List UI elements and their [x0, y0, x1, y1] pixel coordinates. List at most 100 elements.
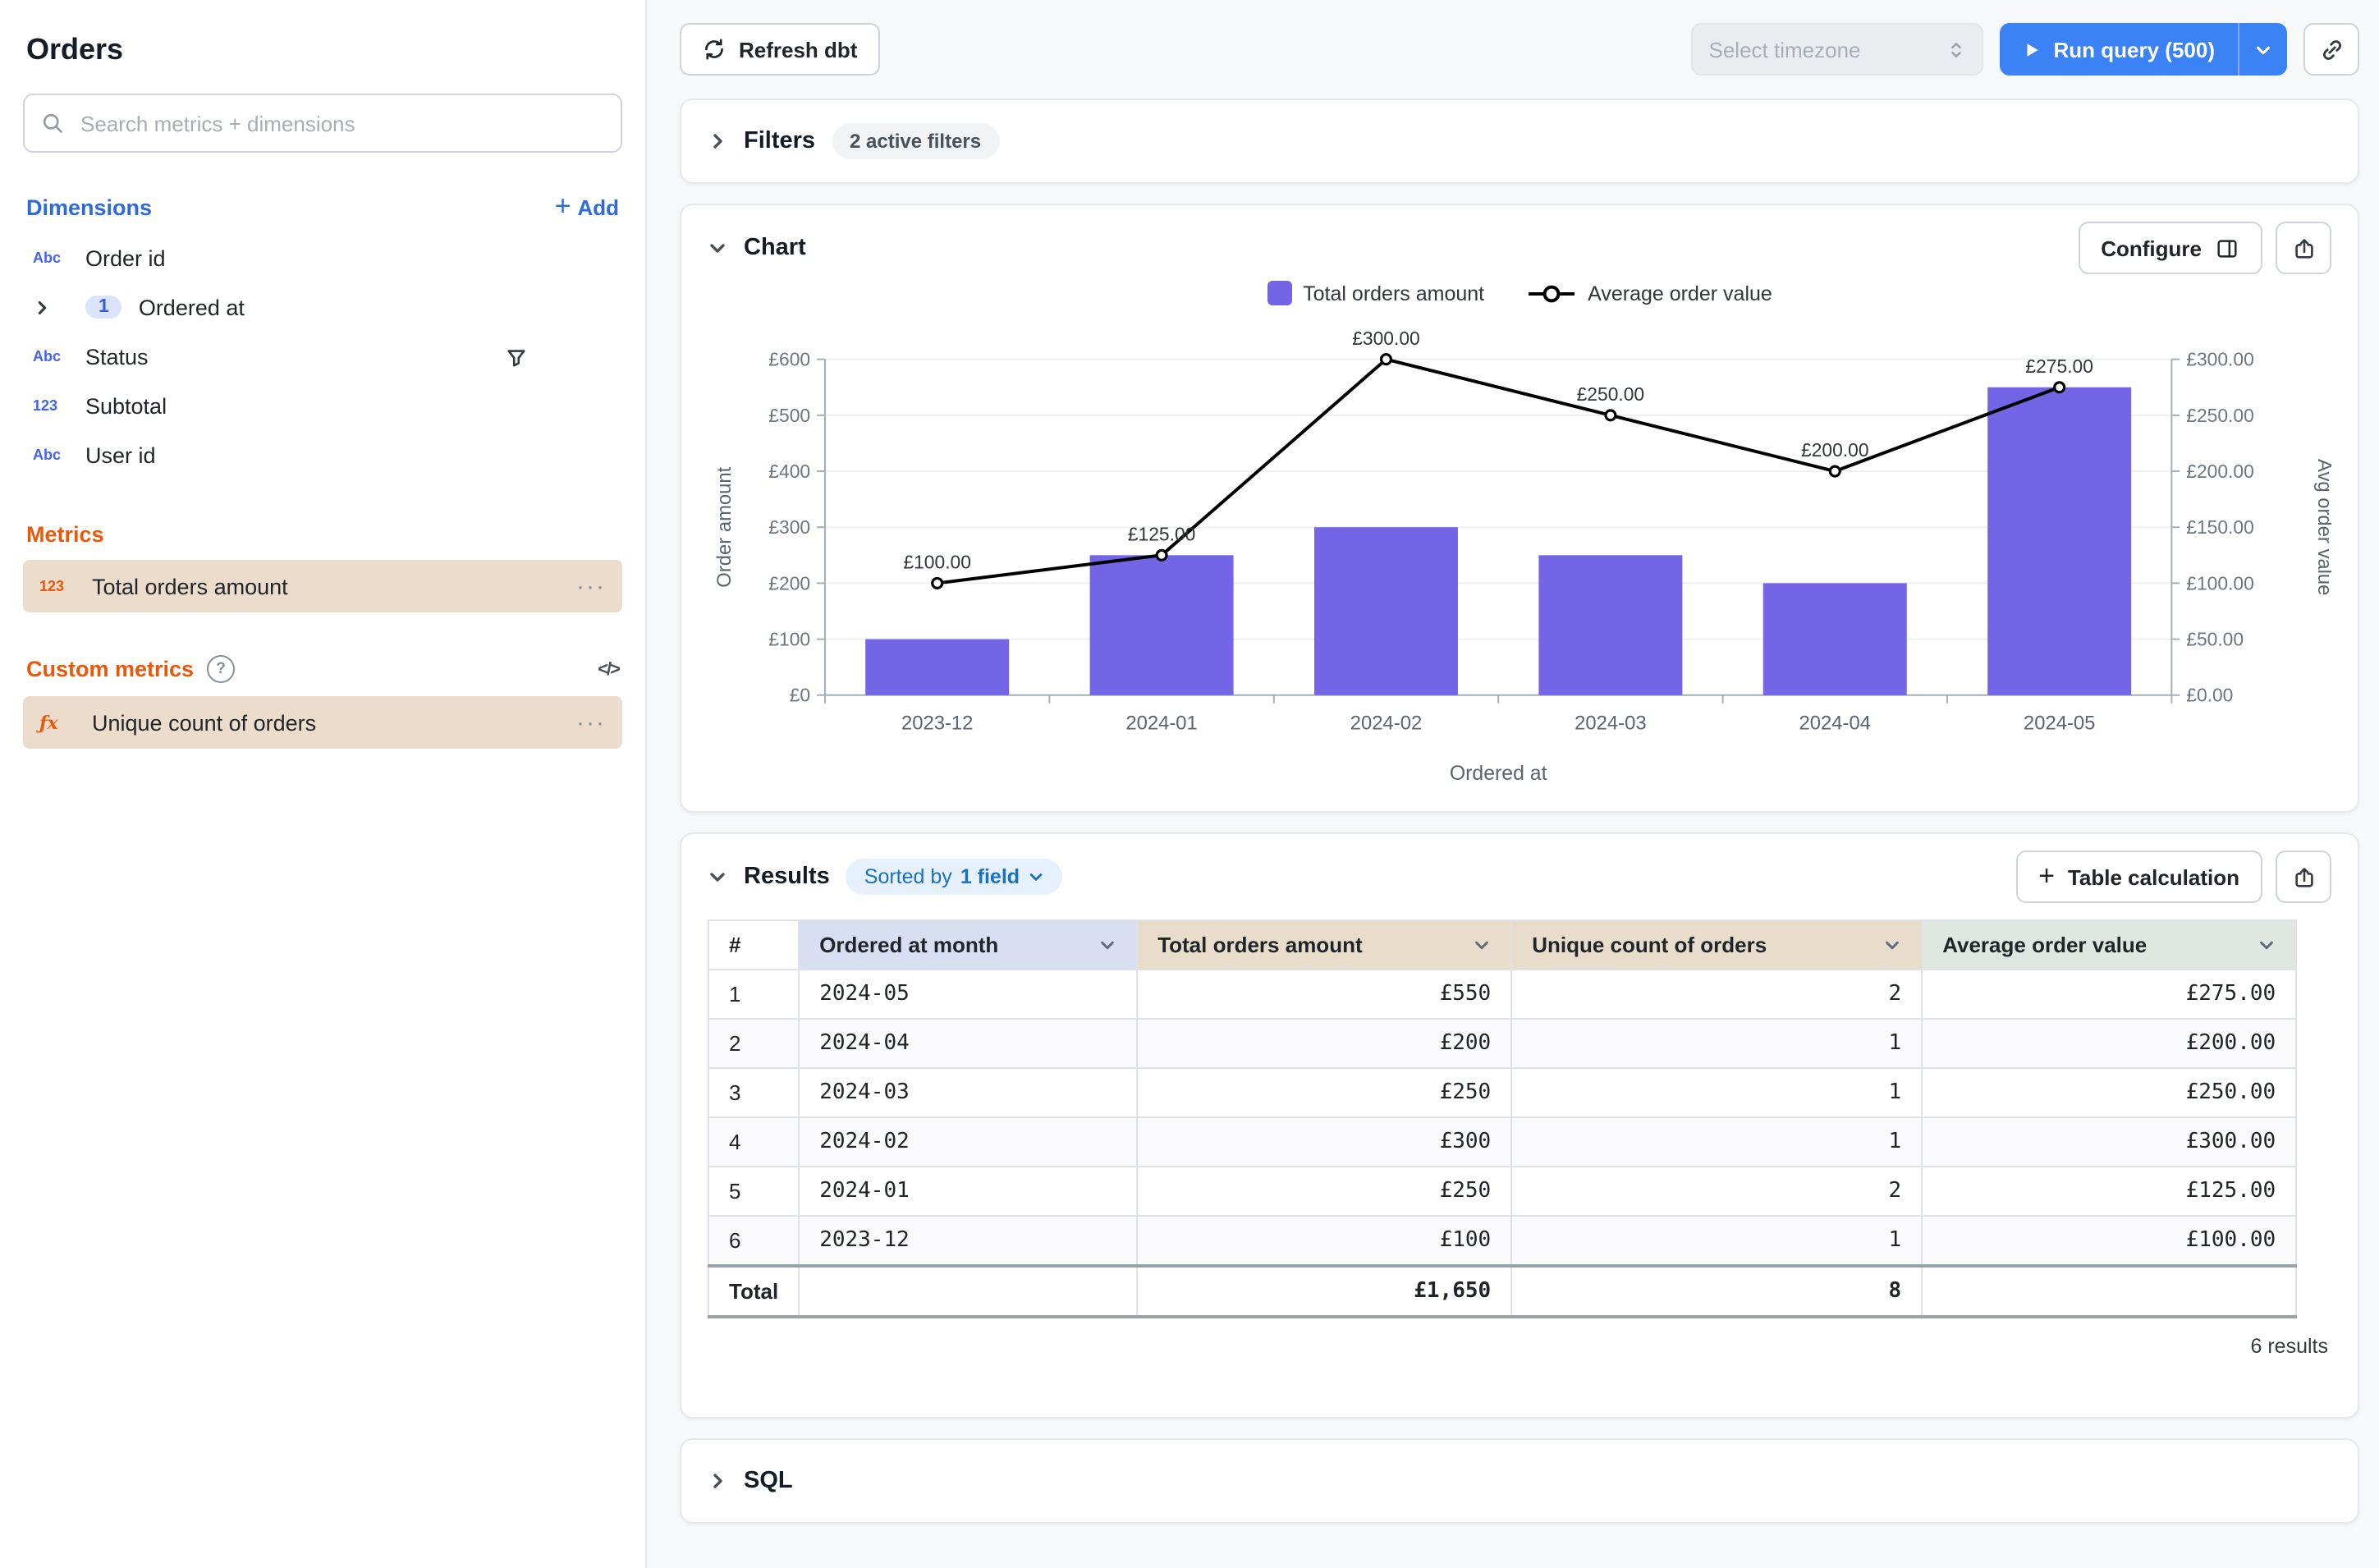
table-calculation-button[interactable]: + Table calculation: [2015, 850, 2262, 903]
run-query-button[interactable]: Run query (500): [2000, 23, 2239, 76]
legend-item-line[interactable]: Average order value: [1527, 282, 1772, 305]
sidebar-item-user-id[interactable]: Abc User id: [23, 430, 622, 479]
chevron-right-icon[interactable]: [708, 1471, 727, 1491]
svg-text:£275.00: £275.00: [2025, 355, 2093, 377]
legend-bar-swatch: [1267, 281, 1291, 305]
sidebar-item-total-orders-amount[interactable]: 123 Total orders amount ···: [23, 560, 622, 612]
table-header-row: # Ordered at month Total orders amount U…: [708, 920, 2296, 970]
col-header-unique-count[interactable]: Unique count of orders: [1511, 920, 1922, 970]
chevron-down-icon: [1883, 936, 1901, 954]
sql-card: SQL: [680, 1438, 2359, 1524]
svg-text:£300.00: £300.00: [2186, 349, 2254, 370]
number-type-icon: 123: [33, 397, 72, 414]
svg-text:£200.00: £200.00: [2186, 461, 2254, 482]
abc-type-icon: Abc: [33, 250, 72, 266]
abc-type-icon: Abc: [33, 447, 72, 463]
sidebar-item-unique-count-of-orders[interactable]: ƒx Unique count of orders ···: [23, 696, 622, 749]
dimensions-header: Dimensions: [26, 195, 152, 220]
chevron-down-icon: [2258, 936, 2276, 954]
col-header-ordered-at-month[interactable]: Ordered at month: [799, 920, 1137, 970]
svg-text:£300.00: £300.00: [1352, 328, 1420, 349]
sidebar-item-label: Order id: [85, 245, 166, 270]
sidebar-item-subtotal[interactable]: 123 Subtotal: [23, 381, 622, 430]
panel-icon: [2215, 236, 2239, 260]
filters-title[interactable]: Filters: [744, 128, 815, 154]
export-results-button[interactable]: [2276, 850, 2331, 903]
chart-canvas[interactable]: £0£100£200£300£400£500£600£0.00£50.00£10…: [708, 309, 2331, 795]
add-dimension-button[interactable]: + Add: [555, 195, 619, 220]
configure-button[interactable]: Configure: [2078, 222, 2262, 274]
chart-title[interactable]: Chart: [744, 235, 806, 261]
share-icon: [2291, 236, 2316, 260]
run-query-dropdown-button[interactable]: [2239, 23, 2287, 76]
chevron-right-icon[interactable]: [708, 131, 727, 151]
table-row[interactable]: 3 2024-03 £250 1 £250.00: [708, 1068, 2296, 1117]
sql-title[interactable]: SQL: [744, 1468, 793, 1494]
play-icon: [2023, 40, 2041, 58]
results-title[interactable]: Results: [744, 864, 830, 890]
results-count: 6 results: [711, 1335, 2328, 1358]
col-header-total-orders-amount[interactable]: Total orders amount: [1137, 920, 1511, 970]
svg-text:2024-01: 2024-01: [1125, 712, 1197, 734]
table-row[interactable]: 2 2024-04 £200 1 £200.00: [708, 1019, 2296, 1068]
app: Orders Dimensions + Add Abc Order id 1 O…: [0, 0, 2379, 1568]
svg-text:£125.00: £125.00: [1128, 523, 1196, 544]
sidebar-item-label: Unique count of orders: [92, 710, 316, 735]
chevron-down-icon: [1473, 936, 1491, 954]
sorted-by-pill[interactable]: Sorted by 1 field: [846, 859, 1062, 895]
table-row[interactable]: 6 2023-12 £100 1 £100.00: [708, 1216, 2296, 1266]
svg-text:Ordered at: Ordered at: [1450, 763, 1547, 785]
table-row[interactable]: 1 2024-05 £550 2 £275.00: [708, 970, 2296, 1019]
svg-text:£200: £200: [768, 572, 810, 594]
help-icon[interactable]: ?: [207, 655, 235, 683]
sidebar-item-label: User id: [85, 442, 156, 467]
sidebar-item-label: Total orders amount: [92, 574, 288, 598]
filter-icon[interactable]: [506, 346, 527, 367]
legend-item-bar[interactable]: Total orders amount: [1267, 281, 1484, 305]
run-query-button-group: Run query (500): [2000, 23, 2288, 76]
sidebar-item-ordered-at[interactable]: 1 Ordered at: [23, 282, 622, 332]
search-input[interactable]: [77, 109, 604, 137]
more-options-icon[interactable]: ···: [576, 708, 606, 736]
number-type-icon: 123: [39, 578, 79, 594]
table-row[interactable]: 4 2024-02 £300 1 £300.00: [708, 1117, 2296, 1167]
results-card: Results Sorted by 1 field + Table calcul…: [680, 832, 2359, 1419]
main: Refresh dbt Select timezone Run query (5…: [647, 0, 2379, 1568]
more-options-icon[interactable]: ···: [576, 572, 606, 600]
svg-text:2024-02: 2024-02: [1350, 712, 1422, 734]
col-header-average-order-value[interactable]: Average order value: [1922, 920, 2296, 970]
sidebar-item-status[interactable]: Abc Status: [23, 332, 622, 381]
svg-text:£0: £0: [790, 685, 810, 706]
svg-text:£100: £100: [768, 629, 810, 650]
chevron-down-icon[interactable]: [708, 238, 727, 258]
svg-text:2024-04: 2024-04: [1799, 712, 1871, 734]
svg-text:£150.00: £150.00: [2186, 516, 2254, 538]
search-icon: [41, 112, 64, 135]
custom-metrics-header: Custom metrics: [26, 657, 194, 681]
results-table: # Ordered at month Total orders amount U…: [708, 919, 2297, 1318]
svg-text:£200.00: £200.00: [1801, 439, 1869, 461]
table-row[interactable]: 5 2024-01 £250 2 £125.00: [708, 1167, 2296, 1216]
timezone-select[interactable]: Select timezone: [1691, 23, 1983, 76]
export-chart-button[interactable]: [2276, 222, 2331, 274]
chart-card: Chart Configure: [680, 204, 2359, 813]
table-total-row: Total £1,650 8: [708, 1266, 2296, 1317]
link-icon: [2319, 37, 2344, 62]
plus-icon: +: [555, 192, 571, 220]
svg-text:Avg order value: Avg order value: [2313, 459, 2331, 595]
sidebar-item-order-id[interactable]: Abc Order id: [23, 233, 622, 282]
svg-text:£500: £500: [768, 405, 810, 426]
svg-text:£100.00: £100.00: [903, 552, 971, 573]
chevron-down-icon[interactable]: [708, 867, 727, 887]
active-count-badge: 1: [85, 296, 122, 319]
refresh-dbt-button[interactable]: Refresh dbt: [680, 23, 880, 76]
function-type-icon: ƒx: [39, 712, 79, 733]
sidebar-item-label: Ordered at: [139, 295, 245, 319]
topbar: Refresh dbt Select timezone Run query (5…: [680, 23, 2359, 76]
code-icon[interactable]: </>: [598, 659, 619, 679]
chevron-right-icon: [33, 298, 72, 316]
select-stepper-icon: [1947, 39, 1965, 60]
page-title: Orders: [26, 33, 619, 67]
share-link-button[interactable]: [2303, 23, 2359, 76]
chevron-down-icon: [1098, 936, 1116, 954]
